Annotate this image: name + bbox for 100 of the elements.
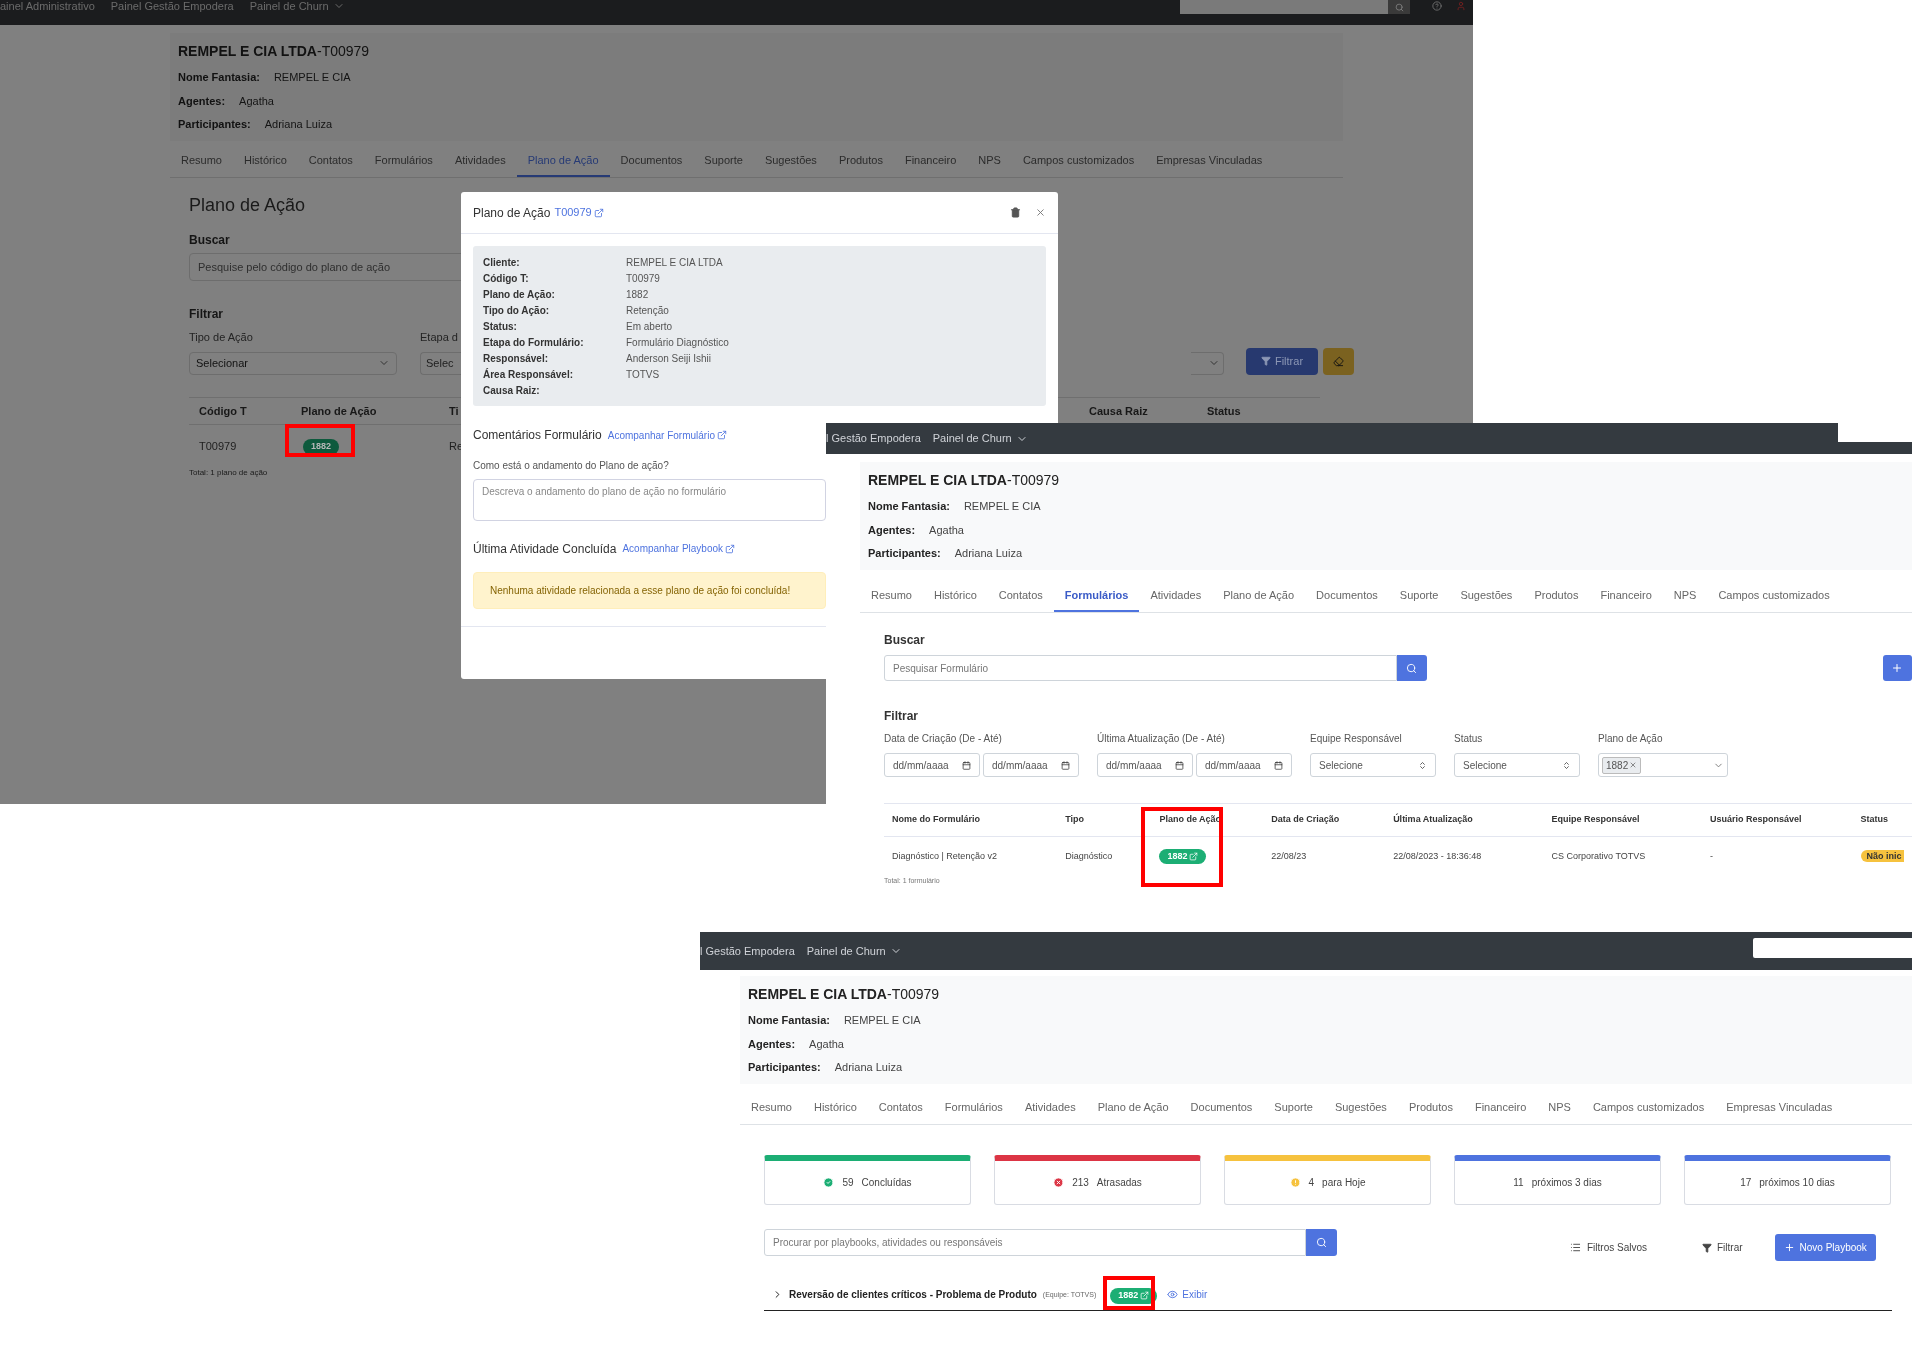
filter-label: Etapa d (420, 330, 459, 345)
tab[interactable]: Formulários (933, 1091, 1014, 1124)
nav-link[interactable]: Painel de Churn (806, 942, 902, 960)
trash-icon[interactable] (1010, 207, 1021, 218)
select-field[interactable]: Selecione (1454, 753, 1580, 777)
search-icon (1406, 662, 1418, 674)
tab[interactable]: Sugestões (753, 144, 828, 177)
clear-button[interactable] (1323, 347, 1354, 375)
playbook-link[interactable]: Acompanhar Playbook (622, 541, 736, 556)
column-header: Status (1860, 814, 1889, 824)
tab[interactable]: Atividades (1139, 579, 1213, 612)
tab[interactable]: Resumo (170, 144, 233, 177)
close-icon[interactable] (1035, 207, 1046, 218)
filter-button[interactable]: Filtrar (1702, 1240, 1743, 1255)
field-label: Participantes: (178, 117, 251, 132)
tab[interactable]: Sugestões (1323, 1091, 1398, 1124)
tab[interactable]: Documentos (609, 144, 694, 177)
tab[interactable]: Campos customizados (1581, 1091, 1716, 1124)
add-button[interactable] (1882, 655, 1912, 681)
field-label: Nome Fantasia: (868, 499, 950, 514)
tab[interactable]: Documentos (1305, 579, 1389, 612)
answer-field[interactable]: Descreva o andamento do plano de ação no formulário (473, 479, 826, 521)
tab[interactable]: Suporte (1263, 1091, 1324, 1124)
tab[interactable]: Formulários (363, 144, 444, 177)
select-field[interactable]: Selecione (1310, 753, 1436, 777)
tab[interactable]: Documentos (1179, 1091, 1264, 1124)
saved-filters-button[interactable]: Filtros Salvos (1570, 1240, 1647, 1255)
date-field[interactable]: dd/mm/aaaa (884, 753, 980, 777)
tab[interactable]: Produtos (827, 144, 894, 177)
eye-icon (1167, 1289, 1179, 1301)
playbook-title[interactable]: Reversão de clientes críticos - Problema de Produto (789, 1287, 1037, 1303)
date-field[interactable]: dd/mm/aaaa (983, 753, 1079, 777)
field-label: Agentes: (868, 522, 916, 538)
tab[interactable]: Suporte (1388, 579, 1450, 612)
tab[interactable]: Atividades (443, 144, 517, 177)
tab[interactable]: Financeiro (1589, 579, 1663, 612)
column-header: Tipo (1065, 814, 1085, 824)
user-icon[interactable] (1456, 1, 1466, 11)
filter-icon (1702, 1242, 1712, 1253)
tab[interactable]: Contatos (867, 1091, 934, 1124)
detail-value: TOTVS (626, 367, 660, 382)
tag-select-field[interactable]: 1882 (1598, 753, 1728, 777)
tab[interactable]: Histórico (232, 144, 298, 177)
remove-icon (1629, 761, 1638, 769)
tab[interactable]: Resumo (860, 579, 923, 612)
tab[interactable]: Empresas Vinculadas (1145, 144, 1274, 177)
nav-link[interactable]: l Gestão Empodera (700, 942, 795, 960)
nav-link[interactable]: Painel Gestão Empodera (110, 0, 234, 12)
tab[interactable]: Campos customizados (1707, 579, 1841, 612)
filter-label: Última Atualização (De - Até) (1097, 731, 1226, 746)
search-field[interactable] (1753, 938, 1912, 958)
tab[interactable]: Suporte (693, 144, 754, 177)
help-icon[interactable] (1432, 1, 1442, 11)
date-field[interactable]: dd/mm/aaaa (1097, 753, 1193, 777)
tab[interactable]: Financeiro (893, 144, 968, 177)
column-header: Causa Raiz (1089, 404, 1148, 417)
nav-link[interactable]: Painel de Churn (932, 430, 1028, 447)
tab[interactable]: Contatos (297, 144, 364, 177)
tab[interactable]: Formulários (1053, 579, 1140, 612)
tab[interactable]: NPS (1537, 1091, 1582, 1124)
tab[interactable]: Produtos (1523, 579, 1590, 612)
tag-chip[interactable]: 1882 (1602, 756, 1642, 774)
tab[interactable]: Atividades (1013, 1091, 1087, 1124)
select-field[interactable] (1191, 351, 1224, 375)
tab[interactable]: Plano de Ação (1086, 1091, 1180, 1124)
tab[interactable]: Financeiro (1463, 1091, 1538, 1124)
detail-label: Tipo do Ação: (483, 303, 551, 318)
select-field[interactable]: Selecionar (189, 351, 397, 375)
detail-label: Etapa do Formulário: (483, 335, 585, 350)
search-field[interactable] (1180, 0, 1388, 14)
stat-value: 17 (1740, 1176, 1752, 1190)
view-link[interactable]: Exibir (1167, 1287, 1208, 1303)
tab[interactable]: Resumo (740, 1091, 803, 1124)
date-field[interactable]: dd/mm/aaaa (1196, 753, 1292, 777)
tab[interactable]: Empresas Vinculadas (1715, 1091, 1844, 1124)
nav-link[interactable]: ainel Administrativo (0, 0, 95, 12)
alert-circle-icon (1289, 1177, 1301, 1188)
search-button[interactable] (1397, 655, 1427, 681)
tab[interactable]: Contatos (987, 579, 1054, 612)
highlight-frame (1103, 1276, 1156, 1310)
nav-link[interactable]: l Gestão Empodera (826, 430, 921, 447)
tab[interactable]: Histórico (802, 1091, 868, 1124)
code-link[interactable]: T00979 (554, 204, 604, 221)
nav-link[interactable]: Painel de Churn (249, 0, 345, 12)
tab[interactable]: Campos customizados (1011, 144, 1146, 177)
tab[interactable]: NPS (967, 144, 1012, 177)
field-value: Agatha (239, 93, 274, 109)
new-playbook-button[interactable]: Novo Playbook (1774, 1234, 1876, 1261)
tab[interactable]: Plano de Ação (1212, 579, 1306, 612)
tab[interactable]: Sugestões (1449, 579, 1524, 612)
form-link[interactable]: Acompanhar Formulário (607, 427, 727, 443)
tab[interactable]: NPS (1662, 579, 1708, 612)
search-button[interactable] (1388, 0, 1410, 14)
table-cell: 22/08/2023 - 18:36:48 (1393, 850, 1482, 861)
search-field[interactable] (1838, 423, 1912, 442)
filter-button[interactable]: Filtrar (1246, 347, 1318, 375)
tab[interactable]: Histórico (922, 579, 988, 612)
tab[interactable]: Produtos (1397, 1091, 1464, 1124)
filter-label: Data de Criação (De - Até) (884, 732, 1003, 746)
search-button[interactable] (1306, 1229, 1337, 1256)
